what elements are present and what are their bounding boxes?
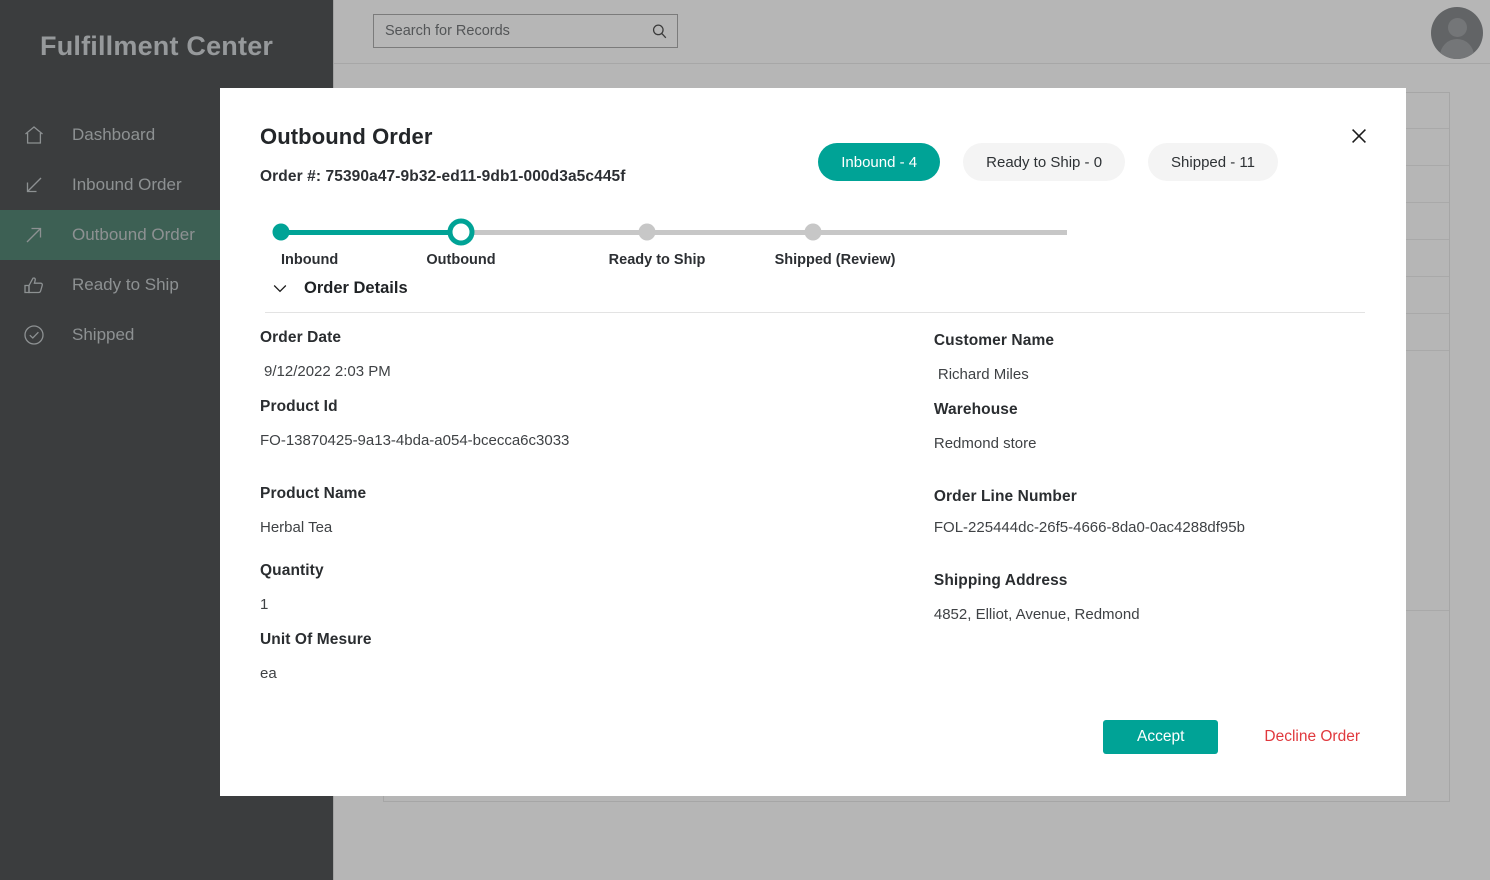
field-value: Redmond store — [933, 435, 1037, 452]
modal-actions: Accept Decline Order — [1102, 720, 1360, 754]
section-divider — [265, 312, 1365, 313]
field-label: Order Line Number — [933, 488, 1077, 505]
stepper-label-ready-to-ship: Ready to Ship — [608, 252, 706, 268]
chevron-down-icon — [270, 278, 290, 298]
field-value: FOL-225444dc-26f5-4666-8da0-0ac4288df95b — [933, 519, 1245, 536]
field-label: Unit Of Mesure — [260, 631, 372, 648]
field-value: 9/12/2022 2:03 PM — [264, 363, 391, 380]
stepper-label-shipped: Shipped (Review) — [774, 252, 896, 268]
field-unit-of-measure: Unit Of Mesure ea — [260, 631, 934, 682]
app-root: Fulfillment Center Dashboard Inbound Ord… — [0, 0, 1490, 880]
field-value: Richard Miles — [937, 366, 1029, 383]
stepper-track-fill — [273, 230, 453, 235]
stepper-node-inbound[interactable] — [272, 223, 290, 241]
tab-shipped[interactable]: Shipped - 11 — [1148, 143, 1278, 181]
field-order-date: Order Date 9/12/2022 2:03 PM — [260, 329, 934, 380]
stepper-node-ready-to-ship[interactable] — [638, 223, 656, 241]
decline-order-button[interactable]: Decline Order — [1264, 728, 1360, 746]
field-product-name: Product Name Herbal Tea — [260, 485, 934, 536]
field-value: 4852, Elliot, Avenue, Redmond — [933, 606, 1140, 623]
field-label: Shipping Address — [933, 572, 1068, 589]
field-label: Quantity — [260, 562, 324, 579]
order-details-section-toggle[interactable]: Order Details — [270, 278, 1360, 298]
field-value: Herbal Tea — [260, 519, 333, 536]
stepper-dot-pending — [804, 223, 822, 241]
field-value: FO-13870425-9a13-4bda-a054-bcecca6c3033 — [260, 432, 570, 449]
field-label: Warehouse — [933, 401, 1018, 418]
stepper-dot-done — [272, 223, 290, 241]
order-details-grid: Order Date 9/12/2022 2:03 PM Product Id … — [260, 329, 1360, 700]
stepper-node-outbound[interactable] — [447, 218, 475, 246]
field-label: Product Name — [260, 485, 367, 502]
field-label: Customer Name — [933, 332, 1055, 349]
stepper-label-inbound: Inbound — [281, 252, 339, 268]
order-progress-stepper: Inbound Outbound Ready to Ship Shipped (… — [265, 216, 1073, 276]
stepper-dot-pending — [638, 223, 656, 241]
tab-ready-to-ship[interactable]: Ready to Ship - 0 — [963, 143, 1126, 181]
section-title: Order Details — [304, 278, 408, 297]
field-warehouse: Warehouse Redmond store — [934, 401, 1360, 452]
tab-inbound[interactable]: Inbound - 4 — [818, 143, 941, 181]
field-shipping-address: Shipping Address 4852, Elliot, Avenue, R… — [934, 572, 1360, 623]
field-value: ea — [260, 665, 277, 682]
field-product-id: Product Id FO-13870425-9a13-4bda-a054-bc… — [260, 398, 934, 449]
accept-button[interactable]: Accept — [1102, 720, 1219, 754]
stepper-node-shipped[interactable] — [804, 223, 822, 241]
field-label: Order Date — [260, 329, 342, 346]
close-icon[interactable] — [1345, 122, 1373, 150]
details-column-right: Customer Name Richard Miles Warehouse Re… — [934, 329, 1360, 700]
field-value: 1 — [260, 596, 269, 613]
details-column-left: Order Date 9/12/2022 2:03 PM Product Id … — [260, 329, 934, 700]
status-tabs: Inbound - 4 Ready to Ship - 0 Shipped - … — [818, 143, 1278, 181]
field-customer-name: Customer Name Richard Miles — [934, 332, 1360, 383]
field-quantity: Quantity 1 — [260, 562, 934, 613]
stepper-label-outbound: Outbound — [426, 252, 496, 268]
stepper-dot-current — [447, 218, 475, 246]
outbound-order-modal: Outbound Order Order #: 75390a47-9b32-ed… — [220, 88, 1406, 796]
field-label: Product Id — [260, 398, 338, 415]
field-order-line-number: Order Line Number FOL-225444dc-26f5-4666… — [934, 488, 1360, 536]
